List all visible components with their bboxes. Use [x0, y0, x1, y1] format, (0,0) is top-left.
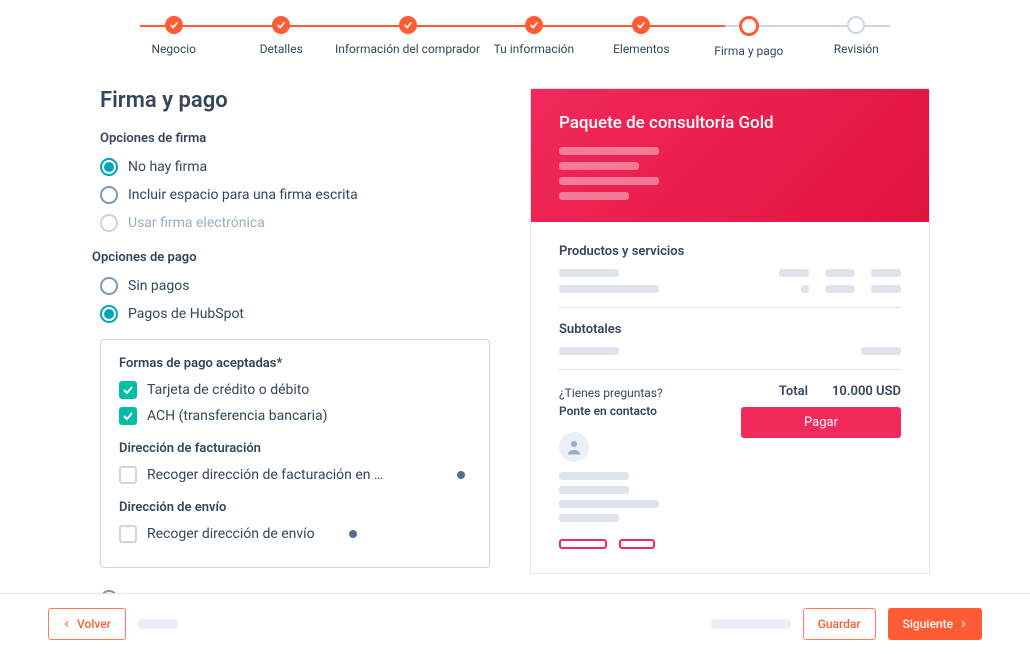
shipping-address-label: Dirección de envío: [119, 500, 471, 515]
products-label: Productos y servicios: [559, 244, 901, 259]
check-icon: [119, 407, 137, 425]
placeholder: [559, 472, 629, 480]
chevron-right-icon: [959, 620, 967, 628]
contact-text: Ponte en contacto: [559, 402, 721, 420]
checkbox-ach[interactable]: ACH (transferencia bancaria): [119, 407, 471, 425]
placeholder: [559, 486, 629, 494]
radio-icon: [100, 158, 118, 176]
step-firma-y-pago[interactable]: Firma y pago: [695, 16, 802, 58]
step-current-icon: [739, 16, 759, 36]
step-informacion-comprador[interactable]: Información del comprador: [335, 16, 480, 56]
radio-icon: [100, 277, 118, 295]
save-button[interactable]: Guardar: [803, 608, 876, 640]
placeholder: [559, 162, 639, 170]
placeholder: [559, 500, 659, 508]
placeholder: [559, 347, 619, 355]
step-elementos[interactable]: Elementos: [588, 16, 695, 56]
check-icon: [165, 16, 183, 34]
placeholder-button: [559, 539, 607, 549]
step-revision[interactable]: Revisión: [803, 16, 910, 56]
placeholder: [825, 285, 855, 293]
progress-stepper: Negocio Detalles Información del comprad…: [0, 0, 1030, 68]
placeholder: [559, 514, 619, 522]
payment-options-label: Opciones de pago: [92, 250, 490, 265]
check-icon: [399, 16, 417, 34]
total-value: 10.000 USD: [832, 384, 901, 399]
hubspot-payment-settings: Formas de pago aceptadas* Tarjeta de cré…: [100, 339, 490, 568]
accepted-payments-label: Formas de pago aceptadas*: [119, 356, 471, 371]
radio-icon: [100, 305, 118, 323]
placeholder: [559, 285, 659, 293]
next-button[interactable]: Siguiente: [888, 608, 982, 640]
placeholder: [559, 147, 659, 155]
step-detalles[interactable]: Detalles: [227, 16, 334, 56]
radio-icon: [100, 186, 118, 204]
check-icon: [632, 16, 650, 34]
info-icon[interactable]: [457, 471, 465, 479]
placeholder: [871, 285, 901, 293]
placeholder: [559, 269, 619, 277]
signature-options-label: Opciones de firma: [100, 131, 490, 146]
checkbox-icon: [119, 466, 137, 484]
placeholder: [559, 177, 659, 185]
chevron-left-icon: [63, 620, 71, 628]
check-icon: [119, 381, 137, 399]
info-icon[interactable]: [349, 530, 357, 538]
placeholder: [711, 619, 791, 629]
placeholder: [779, 269, 809, 277]
radio-electronic-signature: Usar firma electrónica: [100, 214, 490, 232]
check-icon: [525, 16, 543, 34]
checkbox-shipping-address[interactable]: Recoger dirección de envío: [119, 525, 471, 543]
radio-hubspot-payments[interactable]: Pagos de HubSpot: [100, 305, 490, 323]
placeholder: [559, 192, 629, 200]
radio-written-signature[interactable]: Incluir espacio para una firma escrita: [100, 186, 490, 204]
radio-no-payments[interactable]: Sin pagos: [100, 277, 490, 295]
quote-preview: Paquete de consultoría Gold Productos y …: [530, 88, 930, 574]
check-icon: [272, 16, 290, 34]
placeholder: [801, 285, 809, 293]
total-label: Total: [779, 384, 808, 399]
checkbox-billing-address[interactable]: Recoger dirección de facturación en comp…: [119, 466, 471, 484]
billing-address-label: Dirección de facturación: [119, 441, 471, 456]
placeholder: [825, 269, 855, 277]
page-title: Firma y pago: [100, 88, 490, 113]
placeholder: [861, 347, 901, 355]
radio-no-signature[interactable]: No hay firma: [100, 158, 490, 176]
placeholder-button: [619, 539, 655, 549]
footer-bar: Volver Guardar Siguiente: [0, 593, 1030, 654]
questions-text: ¿Tienes preguntas?: [559, 384, 721, 402]
pay-button[interactable]: Pagar: [741, 407, 901, 438]
placeholder: [871, 269, 901, 277]
subtotals-label: Subtotales: [559, 322, 901, 337]
placeholder: [138, 619, 178, 629]
step-future-icon: [847, 16, 865, 34]
radio-icon: [100, 214, 118, 232]
preview-title: Paquete de consultoría Gold: [559, 113, 901, 133]
back-button[interactable]: Volver: [48, 608, 126, 640]
checkbox-card[interactable]: Tarjeta de crédito o débito: [119, 381, 471, 399]
step-tu-informacion[interactable]: Tu información: [480, 16, 587, 56]
step-negocio[interactable]: Negocio: [120, 16, 227, 56]
avatar-icon: [559, 432, 589, 462]
checkbox-icon: [119, 525, 137, 543]
